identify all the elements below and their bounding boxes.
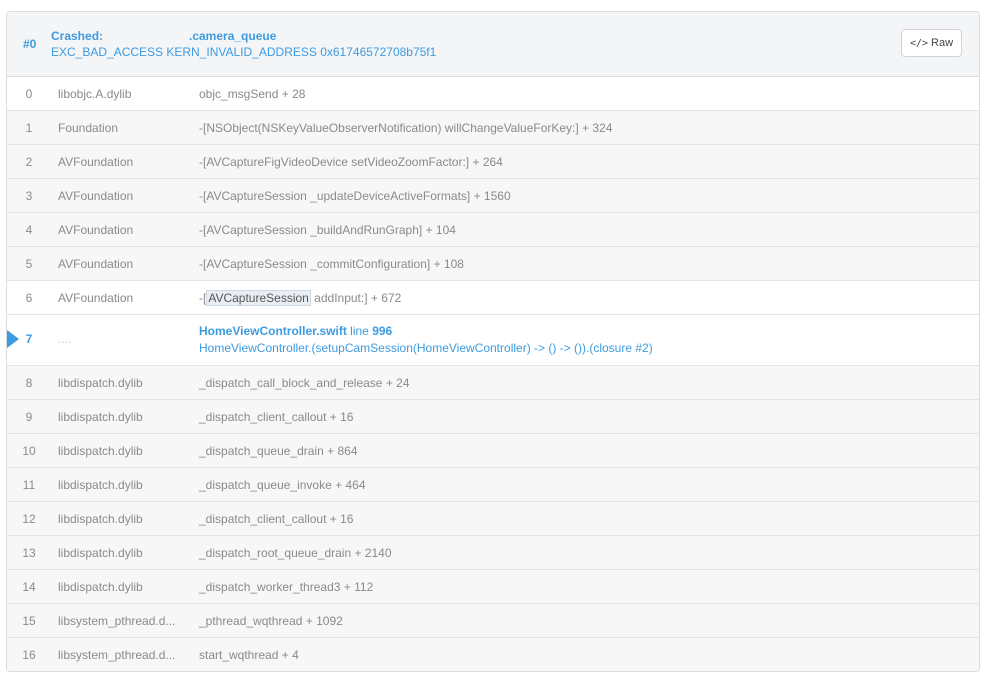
frame-library: AVFoundation <box>58 291 134 305</box>
frame-offset: + 112 <box>343 580 374 594</box>
frame-library: libdispatch.dylib <box>58 546 143 560</box>
frame-row[interactable]: 14 libdispatch.dylib _dispatch_worker_th… <box>7 570 979 604</box>
frame-index: 3 <box>25 189 33 203</box>
frame-index: 4 <box>25 223 33 237</box>
frame-offset: + 108 <box>433 257 464 271</box>
frame-closure: HomeViewController.(setupCamSession(Home… <box>199 341 653 355</box>
frame-index: 2 <box>25 155 33 169</box>
frame-library: libobjc.A.dylib <box>58 87 132 101</box>
frame-row[interactable]: 8 libdispatch.dylib _dispatch_call_block… <box>7 366 979 400</box>
frame-symbol: start_wqthread + 4 <box>199 648 299 662</box>
frame-offset: + 4 <box>281 648 299 662</box>
frame-row[interactable]: 13 libdispatch.dylib _dispatch_root_queu… <box>7 536 979 570</box>
frame-index: 16 <box>22 648 36 662</box>
frame-symbol: _dispatch_call_block_and_release + 24 <box>199 376 410 390</box>
frame-library: AVFoundation <box>58 223 134 237</box>
frame-symbol: objc_msgSend + 28 <box>199 87 306 101</box>
frame-index: 8 <box>25 376 33 390</box>
frame-row[interactable]: 4 AVFoundation -[AVCaptureSession _build… <box>7 213 979 247</box>
frame-offset: + 864 <box>327 444 358 458</box>
exception-text: EXC_BAD_ACCESS KERN_INVALID_ADDRESS 0x61… <box>51 45 437 59</box>
frame-symbol: _dispatch_root_queue_drain + 2140 <box>199 546 392 560</box>
frame-row[interactable]: 12 libdispatch.dylib _dispatch_client_ca… <box>7 502 979 536</box>
frame-library: .... <box>58 332 72 346</box>
frame-index: 13 <box>22 546 36 560</box>
frame-list: 0 libobjc.A.dylib objc_msgSend + 28 1 Fo… <box>7 77 979 671</box>
frame-offset: + 16 <box>329 410 354 424</box>
frame-index: 1 <box>25 121 33 135</box>
frame-library: libdispatch.dylib <box>58 478 143 492</box>
frame-row[interactable]: 11 libdispatch.dylib _dispatch_queue_inv… <box>7 468 979 502</box>
frame-offset: + 24 <box>385 376 410 390</box>
frame-library: libsystem_pthread.d... <box>58 614 176 628</box>
raw-button[interactable]: </> Raw <box>901 29 962 57</box>
frame-row[interactable]: 6 AVFoundation -[AVCaptureSession addInp… <box>7 281 979 315</box>
raw-button-label: Raw <box>931 37 954 49</box>
frame-file: HomeViewController.swift <box>199 324 347 338</box>
frame-library: libsystem_pthread.d... <box>58 648 176 662</box>
frame-row[interactable]: 15 libsystem_pthread.d... _pthread_wqthr… <box>7 604 979 638</box>
frame-row[interactable]: 3 AVFoundation -[AVCaptureSession _updat… <box>7 179 979 213</box>
line-label: line <box>350 324 369 338</box>
frame-offset: + 28 <box>281 87 306 101</box>
frame-offset: + 1092 <box>305 614 343 628</box>
frame-index: 7 <box>25 332 33 346</box>
frame-row[interactable]: 9 libdispatch.dylib _dispatch_client_cal… <box>7 400 979 434</box>
frame-index: 5 <box>25 257 33 271</box>
frame-symbol: _pthread_wqthread + 1092 <box>199 614 343 628</box>
frame-symbol: _dispatch_worker_thread3 + 112 <box>199 580 374 594</box>
frame-index: 15 <box>22 614 36 628</box>
frame-library: libdispatch.dylib <box>58 410 143 424</box>
frame-index: 12 <box>22 512 36 526</box>
frame-library: libdispatch.dylib <box>58 580 143 594</box>
frame-row[interactable]: 0 libobjc.A.dylib objc_msgSend + 28 <box>7 77 979 111</box>
frame-offset: + 1560 <box>473 189 511 203</box>
frame-index: 9 <box>25 410 33 424</box>
code-icon: </> <box>909 37 929 49</box>
frame-symbol: -[AVCaptureSession addInput:] + 672 <box>199 290 402 306</box>
frame-index: 14 <box>22 580 36 594</box>
frame-row[interactable]: 10 libdispatch.dylib _dispatch_queue_dra… <box>7 434 979 468</box>
frame-index: 11 <box>22 478 36 492</box>
frame-offset: + 464 <box>335 478 366 492</box>
frame-library: AVFoundation <box>58 257 134 271</box>
frame-library: AVFoundation <box>58 189 134 203</box>
frame-symbol: _dispatch_client_callout + 16 <box>199 512 354 526</box>
frame-row[interactable]: 1 Foundation -[NSObject(NSKeyValueObserv… <box>7 111 979 145</box>
frame-symbol: _dispatch_queue_invoke + 464 <box>199 478 366 492</box>
frame-symbol: _dispatch_queue_drain + 864 <box>199 444 358 458</box>
frame-symbol: -[NSObject(NSKeyValueObserverNotificatio… <box>199 121 613 135</box>
thread-number: #0 <box>23 37 37 51</box>
frame-symbol: -[AVCaptureFigVideoDevice setVideoZoomFa… <box>199 155 503 169</box>
thread-header: #0 Crashed: .camera_queue EXC_BAD_ACCESS… <box>7 12 979 77</box>
symbol-highlight: AVCaptureSession <box>206 290 311 306</box>
frame-offset: + 264 <box>472 155 503 169</box>
frame-library: Foundation <box>58 121 119 135</box>
frame-index: 6 <box>25 291 33 305</box>
frame-row[interactable]: 5 AVFoundation -[AVCaptureSession _commi… <box>7 247 979 281</box>
frame-offset: + 104 <box>425 223 456 237</box>
queue-name: .camera_queue <box>189 29 277 43</box>
frame-offset: + 324 <box>582 121 613 135</box>
crashed-label: Crashed: <box>51 29 104 43</box>
frame-offset: + 672 <box>370 291 402 305</box>
stack-trace-panel: #0 Crashed: .camera_queue EXC_BAD_ACCESS… <box>6 11 980 672</box>
frame-library: libdispatch.dylib <box>58 444 143 458</box>
line-number: 996 <box>372 324 393 338</box>
frame-symbol: -[AVCaptureSession _buildAndRunGraph] + … <box>199 223 456 237</box>
frame-symbol: _dispatch_client_callout + 16 <box>199 410 354 424</box>
frame-row-app-code[interactable]: 7 .... HomeViewController.swift line 996… <box>7 315 979 366</box>
frame-row[interactable]: 2 AVFoundation -[AVCaptureFigVideoDevice… <box>7 145 979 179</box>
frame-symbol: -[AVCaptureSession _commitConfiguration]… <box>199 257 464 271</box>
frame-index: 0 <box>25 87 33 101</box>
frame-offset: + 2140 <box>354 546 392 560</box>
frame-index: 10 <box>22 444 36 458</box>
frame-row[interactable]: 16 libsystem_pthread.d... start_wqthread… <box>7 638 979 671</box>
frame-library: libdispatch.dylib <box>58 376 143 390</box>
frame-symbol: -[AVCaptureSession _updateDeviceActiveFo… <box>199 189 511 203</box>
frame-library: AVFoundation <box>58 155 134 169</box>
frame-file-line[interactable]: HomeViewController.swift line 996 <box>199 324 392 338</box>
frame-library: libdispatch.dylib <box>58 512 143 526</box>
frame-offset: + 16 <box>329 512 354 526</box>
